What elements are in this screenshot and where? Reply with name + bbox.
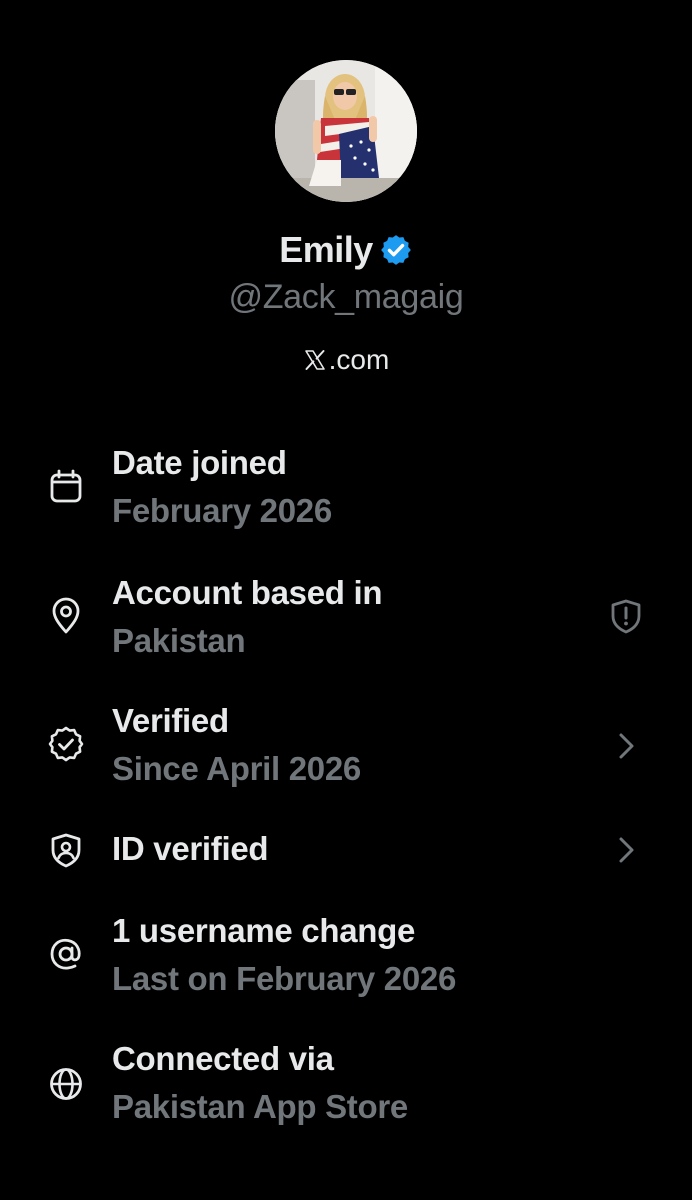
row-title: Account based in <box>112 574 383 611</box>
at-sign-icon <box>46 934 86 974</box>
id-shield-icon <box>46 830 86 870</box>
row-subtitle: Pakistan <box>112 622 246 659</box>
website-label: .com <box>328 344 390 375</box>
verified-badge-icon <box>380 235 411 265</box>
info-row-id-verified[interactable]: ID verified <box>0 826 692 878</box>
row-title: ID verified <box>112 830 269 867</box>
profile-avatar[interactable] <box>275 60 417 202</box>
x-logo-icon <box>304 350 325 370</box>
info-row-account-based-in: Account based in Pakistan <box>0 570 692 670</box>
row-subtitle: Pakistan App Store <box>112 1088 408 1125</box>
row-subtitle: Since April 2026 <box>112 750 361 787</box>
display-name: Emily <box>279 229 373 270</box>
verified-check-icon <box>46 724 86 764</box>
website-link[interactable]: .com <box>0 340 692 380</box>
row-title: 1 username change <box>112 912 416 949</box>
globe-icon <box>46 1064 86 1104</box>
row-subtitle: February 2026 <box>112 492 332 529</box>
row-title: Verified <box>112 702 229 739</box>
shield-alert-icon[interactable] <box>606 596 646 636</box>
profile-name-row: Emily <box>0 226 692 274</box>
location-pin-icon <box>46 596 86 636</box>
row-subtitle: Last on February 2026 <box>112 960 457 997</box>
info-row-username-change: 1 username change Last on February 2026 <box>0 908 692 1008</box>
info-row-verified[interactable]: Verified Since April 2026 <box>0 698 692 798</box>
calendar-icon <box>46 466 86 506</box>
avatar-image <box>275 60 417 202</box>
row-title: Connected via <box>112 1040 334 1077</box>
chevron-right-icon[interactable] <box>606 726 646 766</box>
row-title: Date joined <box>112 444 287 481</box>
info-row-date-joined: Date joined February 2026 <box>0 440 692 540</box>
profile-handle: @Zack_magaig <box>228 278 464 316</box>
chevron-right-icon[interactable] <box>606 830 646 870</box>
info-row-connected-via: Connected via Pakistan App Store <box>0 1036 692 1136</box>
